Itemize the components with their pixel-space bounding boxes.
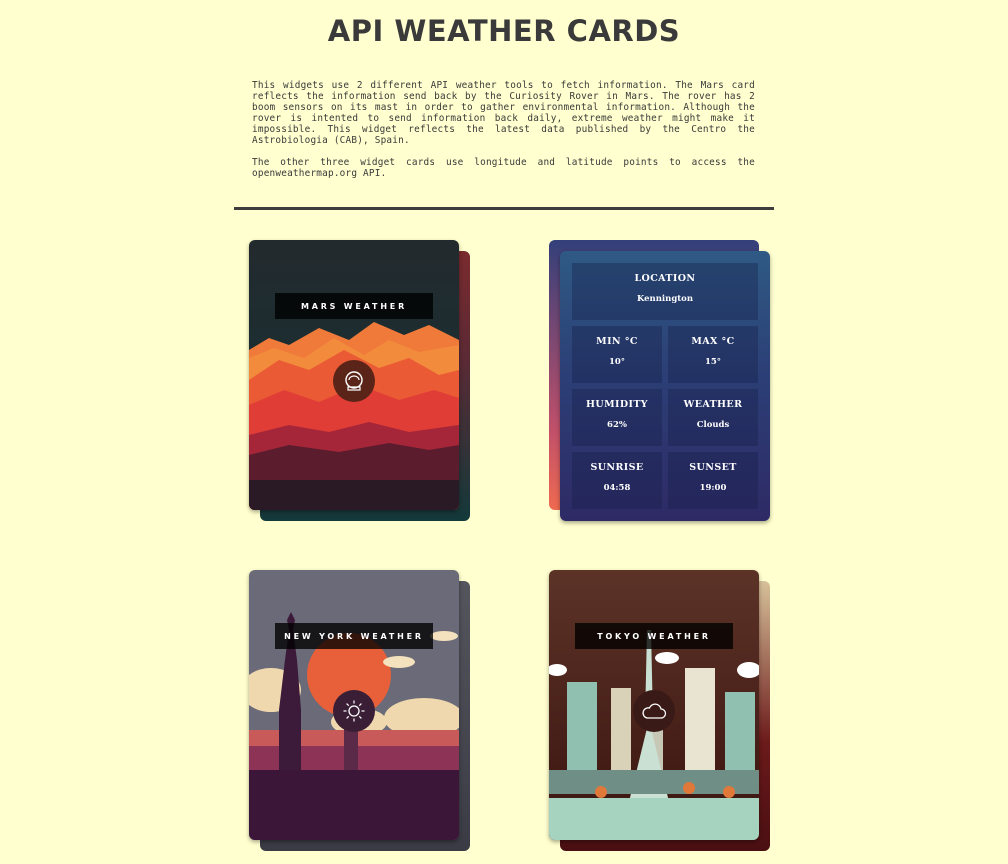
sunrise-cell: SUNRISE 04:58 [572,452,662,509]
astronaut-helmet-icon [333,360,375,402]
cloud-icon [633,690,675,732]
min-temp-cell: MIN °C 10° [572,326,662,383]
max-temp-label: MAX °C [691,336,735,347]
location-label: LOCATION [634,273,696,284]
intro-paragraph-1: This widgets use 2 different API weather… [252,80,755,146]
max-temp-cell: MAX °C 15° [668,326,758,383]
max-temp-value: 15° [704,357,722,367]
page-title: API WEATHER CARDS [327,14,681,48]
tokyo-weather-card[interactable]: TOKYO WEATHER [549,570,771,852]
new-york-card-front[interactable]: NEW YORK WEATHER [249,570,459,840]
sun-icon [333,690,375,732]
tokyo-card-label: TOKYO WEATHER [575,623,733,649]
location-cell: LOCATION Kennington [572,263,758,320]
new-york-weather-card[interactable]: NEW YORK WEATHER [249,570,471,852]
weather-value: Clouds [696,420,730,430]
humidity-cell: HUMIDITY 62% [572,389,662,446]
tokyo-card-front[interactable]: TOKYO WEATHER [549,570,759,840]
sunrise-value: 04:58 [603,483,631,493]
intro-paragraph-2: The other three widget cards use longitu… [252,157,755,179]
sunrise-label: SUNRISE [590,462,644,473]
weather-info-panel: LOCATION Kennington MIN °C 10° MAX °C 15… [560,251,770,521]
mars-card-label: MARS WEATHER [275,293,433,319]
weather-info-card[interactable]: LOCATION Kennington MIN °C 10° MAX °C 15… [549,240,771,522]
new-york-card-label: NEW YORK WEATHER [275,623,433,649]
location-value: Kennington [636,294,694,304]
sunset-label: SUNSET [689,462,737,473]
mars-weather-card[interactable]: MARS WEATHER [249,240,471,522]
intro-text: This widgets use 2 different API weather… [252,80,755,190]
sunset-cell: SUNSET 19:00 [668,452,758,509]
min-temp-value: 10° [608,357,626,367]
weather-label: WEATHER [683,399,743,410]
sunset-value: 19:00 [699,483,727,493]
min-temp-label: MIN °C [596,336,638,347]
mars-card-front[interactable]: MARS WEATHER [249,240,459,510]
humidity-value: 62% [607,420,627,430]
weather-cell: WEATHER Clouds [668,389,758,446]
humidity-label: HUMIDITY [586,399,648,410]
divider [234,207,774,210]
